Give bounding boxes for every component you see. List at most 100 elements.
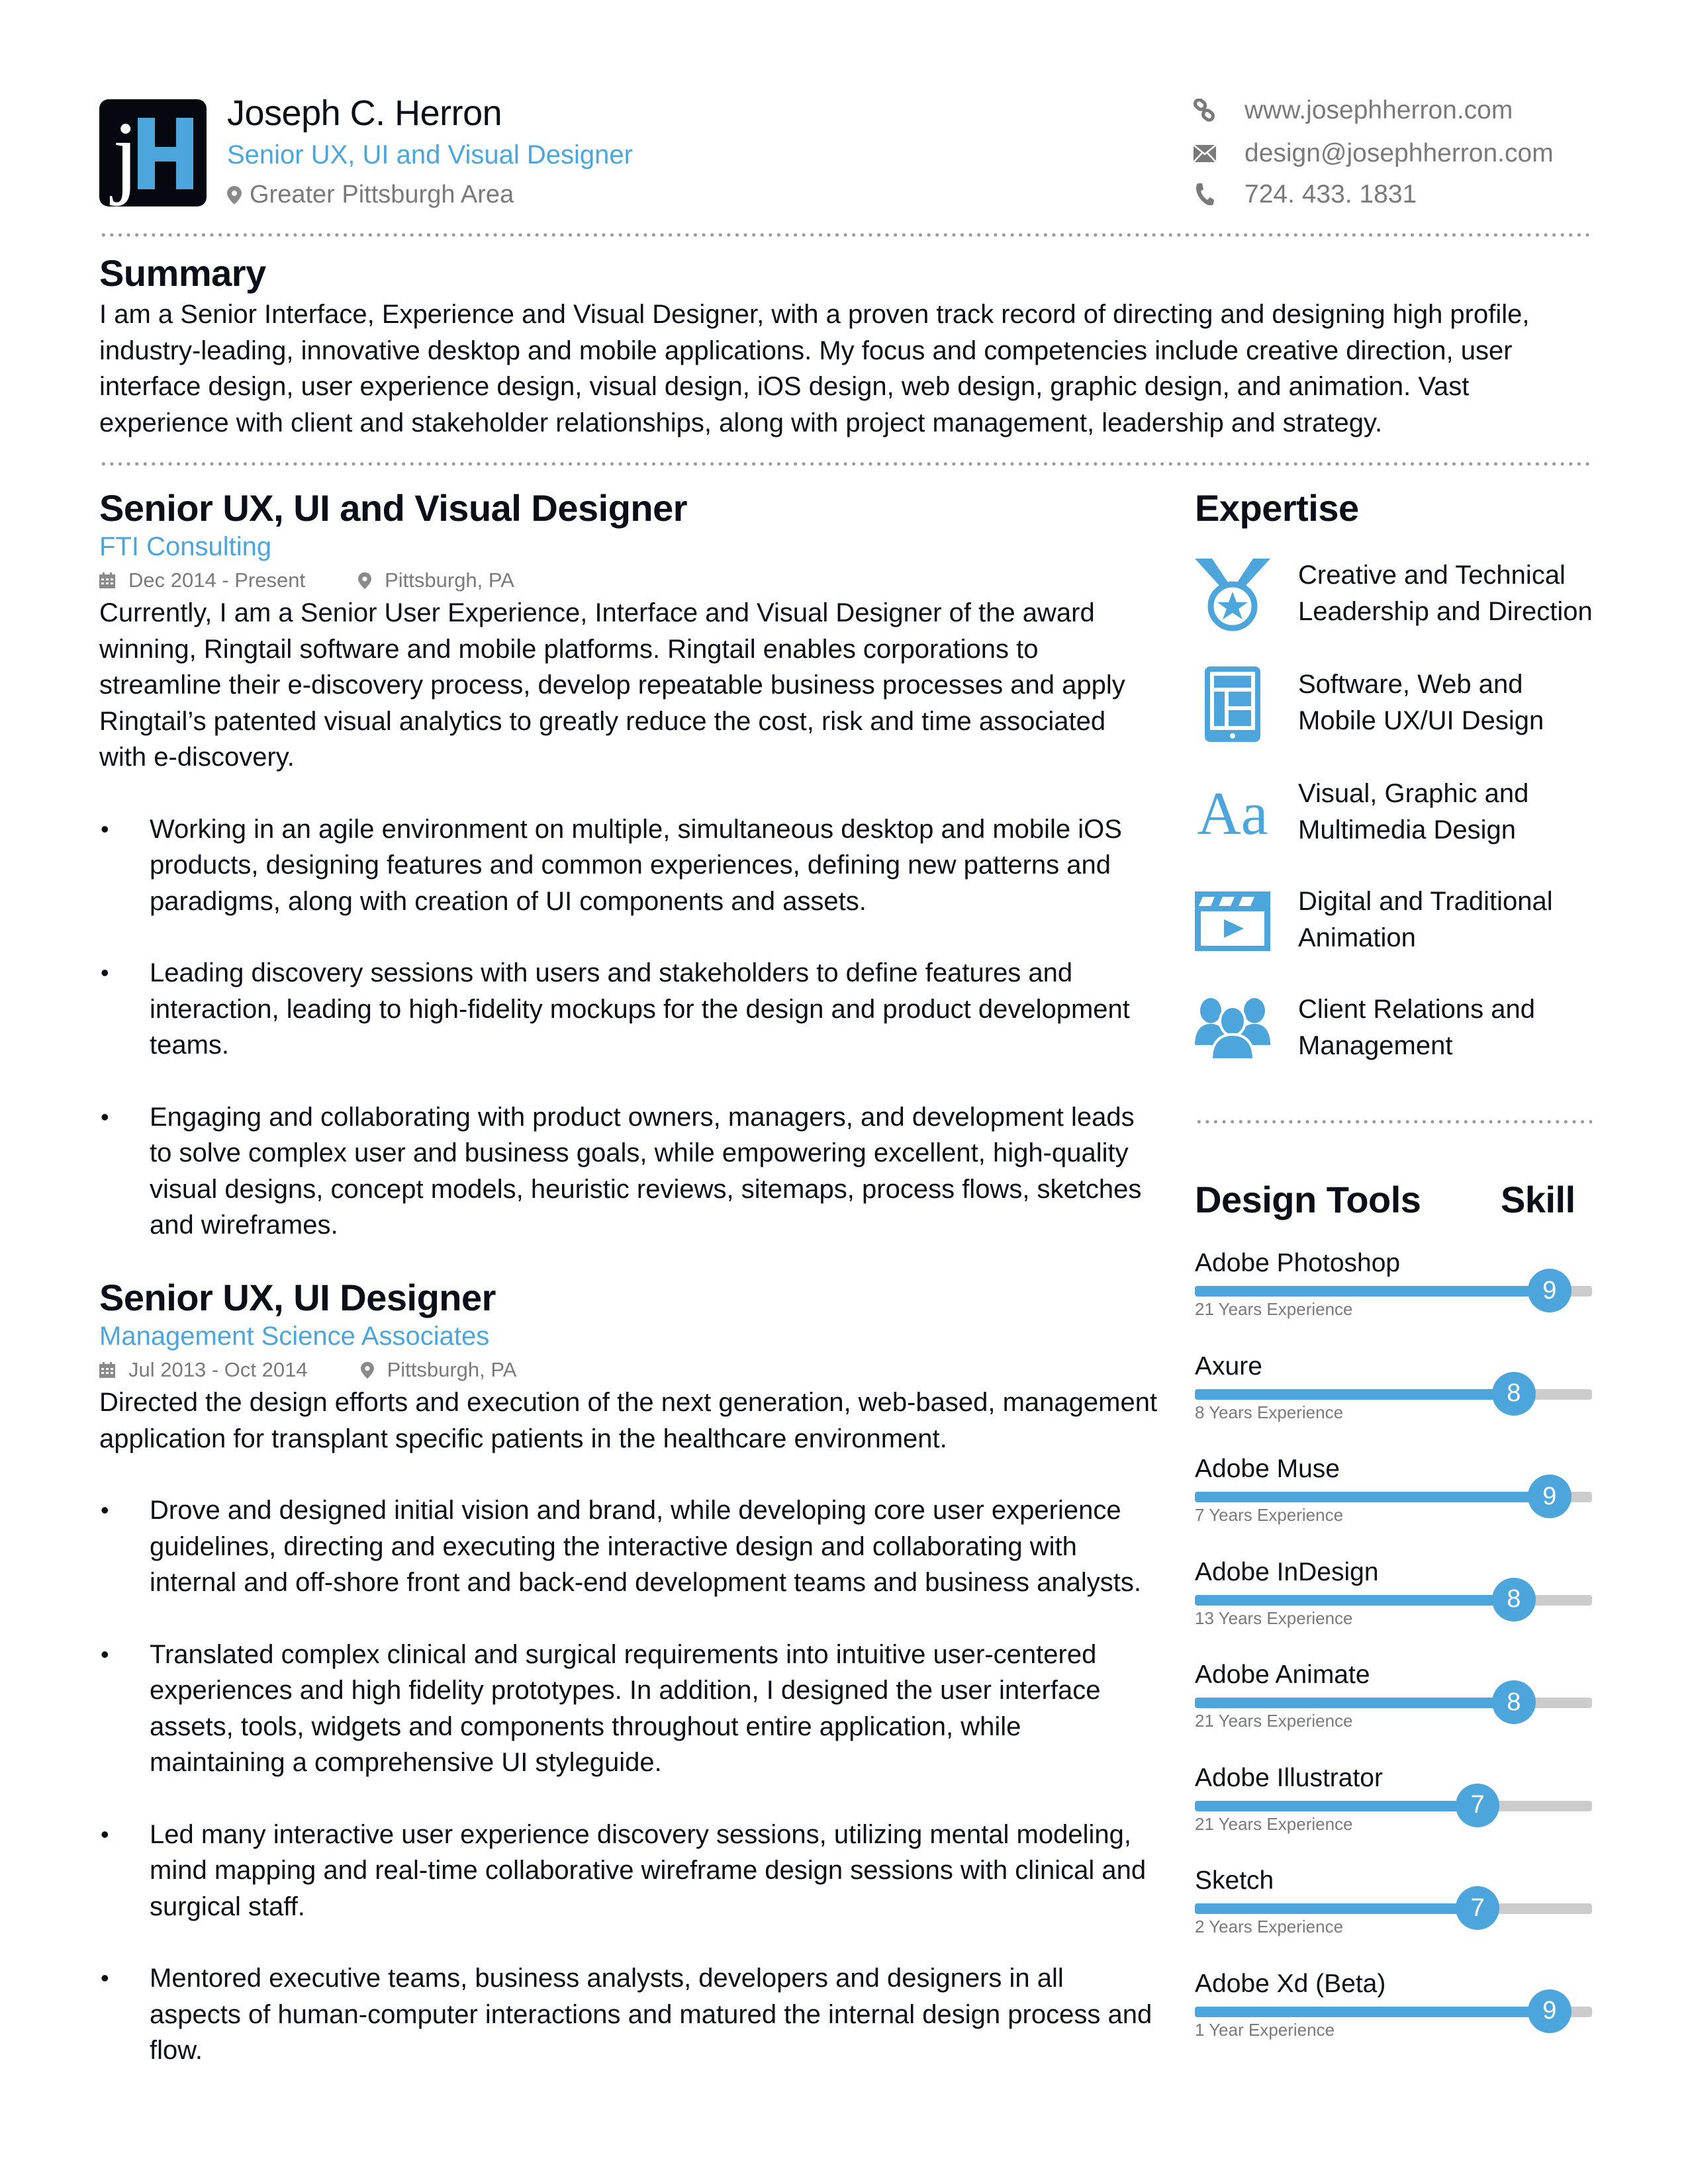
tool-experience: 21 Years Experience <box>1195 1813 1353 1834</box>
tool-name: Axure <box>1195 1351 1262 1381</box>
job-entry: Senior UX, UI Designer Management Scienc… <box>99 1276 1158 2069</box>
job-meta: Jul 2013 - Oct 2014 Pittsburgh, PA <box>99 1358 1158 1382</box>
skill-bar-fill <box>1195 2006 1550 2017</box>
tool-item: Sketch 7 2 Years Experience <box>1195 1865 1592 1937</box>
expertise-item: Digital and Traditional Animation <box>1195 884 1605 959</box>
expertise-label: Visual, Graphic and Multimedia Design <box>1298 779 1529 844</box>
skill-bar-fill <box>1195 1286 1550 1297</box>
skill-bar-fill <box>1195 1698 1514 1708</box>
tool-experience: 8 Years Experience <box>1195 1402 1344 1422</box>
logo-monogram: j <box>99 99 207 206</box>
contact-phone[interactable]: 724. 433. 1831 <box>1192 180 1417 209</box>
company-name: Management Science Associates <box>99 1322 490 1351</box>
skill-bar-fill <box>1195 1492 1550 1502</box>
tool-name: Adobe InDesign <box>1195 1557 1379 1586</box>
skill-level-badge: 7 <box>1456 1886 1500 1930</box>
list-item: Leading discovery sessions with users an… <box>99 955 1152 1064</box>
divider <box>99 233 1592 237</box>
tool-name: Adobe Photoshop <box>1195 1249 1401 1277</box>
list-item: Engaging and collaborating with product … <box>99 1099 1152 1244</box>
job-title: Senior UX, UI Designer <box>99 1277 496 1318</box>
video-clapper-icon <box>1195 884 1270 959</box>
calendar-icon <box>99 1362 115 1378</box>
typography-icon: Aa <box>1197 780 1268 847</box>
expertise-item: Software, Web and Mobile UX/UI Design <box>1195 666 1605 742</box>
list-item: Mentored executive teams, business analy… <box>99 1960 1158 2069</box>
expertise-label: Digital and Traditional Animation <box>1298 887 1553 952</box>
skill-bar-track: 9 <box>1195 1475 1592 1518</box>
tool-name: Sketch <box>1195 1866 1274 1895</box>
tool-item: Adobe Xd (Beta) 9 1 Year Experience <box>1195 1968 1592 2040</box>
skill-bar-track: 8 <box>1195 1371 1592 1416</box>
skill-level-badge: 9 <box>1527 1475 1571 1518</box>
expertise-item: Client Relations and Management <box>1195 991 1605 1067</box>
map-pin-icon <box>358 572 372 589</box>
job-entry: Senior UX, UI and Visual Designer FTI Co… <box>99 486 1152 1244</box>
expertise-label: Client Relations and Management <box>1298 995 1535 1060</box>
divider <box>1195 1120 1592 1124</box>
skill-bar-track: 9 <box>1195 1269 1592 1312</box>
expertise-heading: Expertise <box>1195 487 1359 529</box>
tool-name: Adobe Animate <box>1195 1661 1370 1689</box>
expertise-item: Aa Visual, Graphic and Multimedia Design <box>1195 776 1605 851</box>
tool-item: Adobe Animate 8 21 Years Experience <box>1195 1659 1592 1731</box>
medal-icon <box>1195 557 1270 633</box>
map-pin-icon <box>360 1361 374 1379</box>
phone-icon <box>1192 183 1218 206</box>
job-description: Directed the design efforts and executio… <box>99 1388 1158 1453</box>
tool-item: Adobe InDesign 8 13 Years Experience <box>1195 1557 1592 1629</box>
job-dates: Jul 2013 - Oct 2014 <box>128 1358 308 1381</box>
expertise-item: Creative and Technical Leadership and Di… <box>1195 557 1605 633</box>
skill-level-badge: 8 <box>1491 1680 1536 1724</box>
list-item: Drove and designed initial vision and br… <box>99 1492 1158 1601</box>
skill-level-badge: 8 <box>1491 1577 1536 1621</box>
summary-heading: Summary <box>99 252 266 294</box>
tool-experience: 2 Years Experience <box>1195 1917 1344 1936</box>
phone-text[interactable]: 724. 433. 1831 <box>1244 180 1417 209</box>
tools-heading: Design Tools <box>1195 1179 1421 1220</box>
divider <box>99 462 1592 466</box>
contact-email[interactable]: design@josephherron.com <box>1192 139 1554 168</box>
tool-experience: 21 Years Experience <box>1195 1711 1353 1731</box>
link-icon <box>1192 99 1218 122</box>
skill-bar-fill <box>1195 1594 1514 1606</box>
email-text[interactable]: design@josephherron.com <box>1244 139 1554 168</box>
skill-level-badge: 9 <box>1527 1269 1571 1312</box>
list-item: Translated complex clinical and surgical… <box>99 1637 1158 1781</box>
person-title: Senior UX, UI and Visual Designer <box>227 140 633 169</box>
expertise-label: Software, Web and Mobile UX/UI Design <box>1298 670 1544 735</box>
website-text[interactable]: www.josephherron.com <box>1244 96 1513 125</box>
skill-bar-track: 9 <box>1195 1989 1592 2033</box>
tool-item: Adobe Photoshop 9 21 Years Experience <box>1195 1248 1592 1320</box>
logo-letter-h <box>138 118 193 189</box>
skill-bar-fill <box>1195 1388 1514 1400</box>
person-location: Greater Pittsburgh Area <box>227 181 514 209</box>
skill-level-badge: 8 <box>1491 1371 1536 1416</box>
skill-bar-fill <box>1195 1800 1478 1811</box>
skill-bar-track: 7 <box>1195 1886 1592 1930</box>
job-meta: Dec 2014 - Present Pittsburgh, PA <box>99 569 1152 592</box>
job-location: Pittsburgh, PA <box>387 1358 517 1381</box>
map-pin-icon <box>227 185 242 205</box>
skill-heading: Skill <box>1501 1179 1575 1220</box>
skill-bar-track: 8 <box>1195 1577 1592 1621</box>
location-text: Greater Pittsburgh Area <box>250 181 514 208</box>
contact-website[interactable]: www.josephherron.com <box>1192 96 1513 125</box>
summary-text: I am a Senior Interface, Experience and … <box>99 300 1530 437</box>
tool-name: Adobe Muse <box>1195 1455 1340 1483</box>
skill-bar-fill <box>1195 1903 1478 1914</box>
job-bullets: Working in an agile environment on multi… <box>99 811 1152 1244</box>
expertise-label: Creative and Technical Leadership and Di… <box>1298 561 1593 626</box>
logo-letter-j: j <box>113 102 139 206</box>
tool-name: Adobe Illustrator <box>1195 1763 1383 1792</box>
skill-bar-track: 7 <box>1195 1783 1592 1827</box>
users-group-icon <box>1195 991 1270 1067</box>
company-name: FTI Consulting <box>99 532 272 561</box>
tool-item: Adobe Illustrator 7 21 Years Experience <box>1195 1762 1592 1835</box>
job-title: Senior UX, UI and Visual Designer <box>99 487 688 529</box>
envelope-icon <box>1192 142 1218 165</box>
job-bullets: Drove and designed initial vision and br… <box>99 1492 1158 2069</box>
job-location: Pittsburgh, PA <box>385 569 514 592</box>
job-dates: Dec 2014 - Present <box>128 569 306 592</box>
list-item: Led many interactive user experience dis… <box>99 1817 1158 1925</box>
